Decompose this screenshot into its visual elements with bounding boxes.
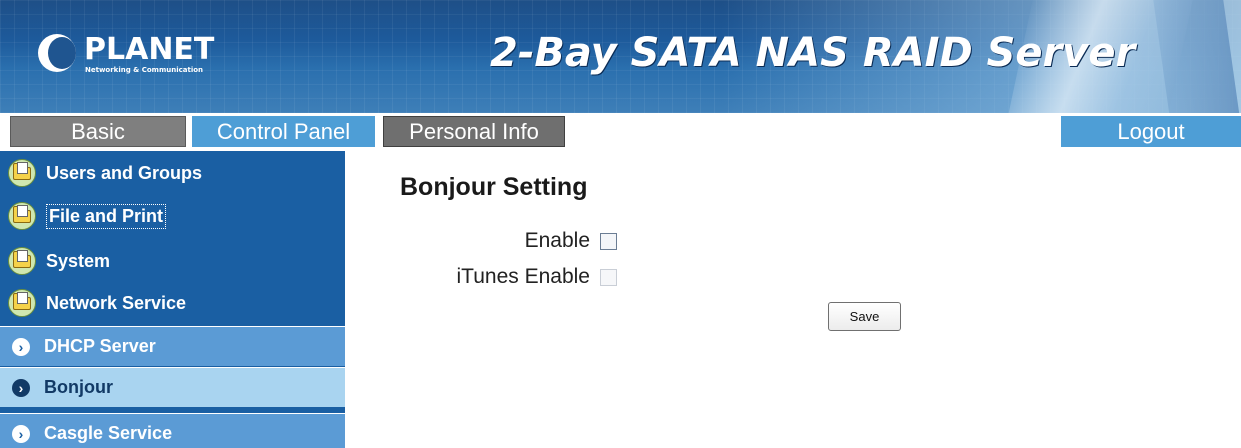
itunes-enable-row: iTunes Enable [457,265,617,289]
sidebar-item-file-and-print[interactable]: File and Print [0,196,345,236]
tab-basic[interactable]: Basic [10,116,186,147]
sidebar: Users and Groups File and Print System N… [0,151,345,448]
folder-user-icon [8,247,36,275]
sidebar-subitem-label: DHCP Server [44,336,156,356]
enable-row: Enable [525,229,617,253]
folder-user-icon [8,289,36,317]
page-title: Bonjour Setting [400,173,588,201]
enable-label: Enable [524,229,590,252]
itunes-enable-label: iTunes Enable [456,265,590,288]
folder-user-icon [8,202,36,230]
chevron-right-circle-icon: › [12,337,30,356]
sidebar-subitem-label: Casgle Service [44,423,173,443]
planet-logo: PLANET Networking & Communication [38,28,218,78]
chevron-right-circle-icon: › [12,424,30,443]
chevron-right-circle-icon: › [12,378,30,397]
enable-checkbox[interactable] [600,232,617,250]
sidebar-item-label: File and Print [46,203,167,229]
sidebar-item-label: Network Service [46,292,187,313]
main-content: Bonjour Setting Enable iTunes Enable Sav… [345,151,1241,448]
tab-control-panel[interactable]: Control Panel [192,116,375,147]
product-title: 2-Bay SATA NAS RAID Server [490,30,1136,76]
save-button[interactable]: Save [828,302,901,331]
header-banner: PLANET Networking & Communication 2-Bay … [0,0,1241,113]
folder-user-icon [8,159,36,187]
sidebar-item-label: Users and Groups [46,162,203,183]
sidebar-subitem-dhcp-server[interactable]: › DHCP Server [0,326,345,366]
sidebar-item-network-service[interactable]: Network Service [0,283,345,323]
tab-personal-info[interactable]: Personal Info [383,116,565,147]
sidebar-item-label: System [46,250,111,271]
itunes-enable-checkbox[interactable] [600,268,617,286]
sidebar-item-users-and-groups[interactable]: Users and Groups [0,153,345,193]
top-tab-bar: Basic Control Panel Personal Info Logout [0,113,1241,147]
logout-button[interactable]: Logout [1061,116,1241,147]
logo-subtext: Networking & Communication [85,66,204,74]
planet-logo-icon [38,34,76,72]
logo-text: PLANET [84,32,215,67]
sidebar-subitem-label: Bonjour [44,377,113,397]
sidebar-item-system[interactable]: System [0,241,345,281]
sidebar-subitem-casgle-service[interactable]: › Casgle Service [0,413,345,448]
sidebar-subitem-bonjour[interactable]: › Bonjour [0,367,345,407]
